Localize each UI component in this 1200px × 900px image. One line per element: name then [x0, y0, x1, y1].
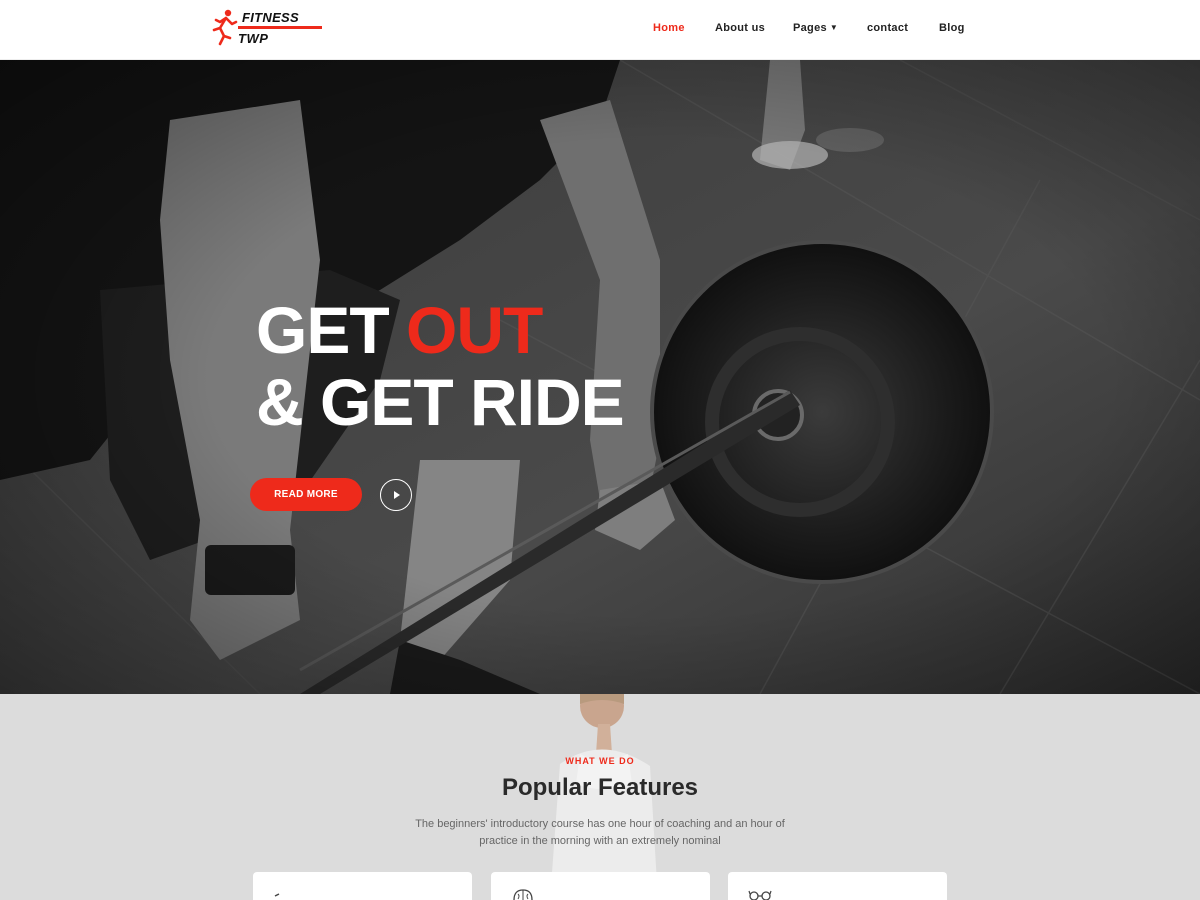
feature-card[interactable] [491, 872, 710, 900]
runner-icon [212, 9, 238, 46]
nav-pages-label: Pages [793, 22, 827, 34]
feature-card[interactable] [253, 872, 472, 900]
hero-heading-line2: & GET RIDE [256, 365, 625, 439]
hero-section: GET OUT & GET RIDE READ MORE [0, 60, 1200, 694]
hero-heading-white: GET [256, 293, 390, 367]
play-icon [394, 491, 400, 499]
logo-text-line1: FITNESS [242, 10, 299, 25]
section-eyebrow: WHAT WE DO [565, 756, 635, 766]
glasses-icon [748, 890, 772, 900]
hero-heading-line1: GET OUT [256, 292, 543, 368]
section-description: The beginners' introductory course has o… [415, 818, 785, 847]
section-title: Popular Features [501, 774, 699, 801]
dumbbell-icon [274, 893, 280, 897]
read-more-button[interactable]: READ MORE [250, 478, 362, 511]
site-logo[interactable]: FITNESS TWP [208, 8, 324, 48]
logo-text-line2: TWP [238, 31, 269, 46]
logo-underline [238, 26, 322, 29]
feature-card[interactable] [728, 872, 947, 900]
chevron-down-icon: ▼ [829, 23, 839, 32]
features-section: WHAT WE DO Popular Features The beginner… [0, 694, 1200, 900]
brain-icon [513, 889, 533, 900]
site-header: FITNESS TWP Home About us Pages ▼ contact… [0, 0, 1200, 60]
hero-heading-accent: OUT [406, 293, 543, 367]
nav-about-us[interactable]: About us [715, 22, 765, 40]
nav-blog[interactable]: Blog [939, 22, 965, 40]
nav-pages[interactable]: Pages ▼ [793, 22, 838, 40]
nav-home[interactable]: Home [653, 22, 685, 40]
play-video-button[interactable] [380, 479, 412, 511]
nav-contact[interactable]: contact [867, 22, 908, 40]
